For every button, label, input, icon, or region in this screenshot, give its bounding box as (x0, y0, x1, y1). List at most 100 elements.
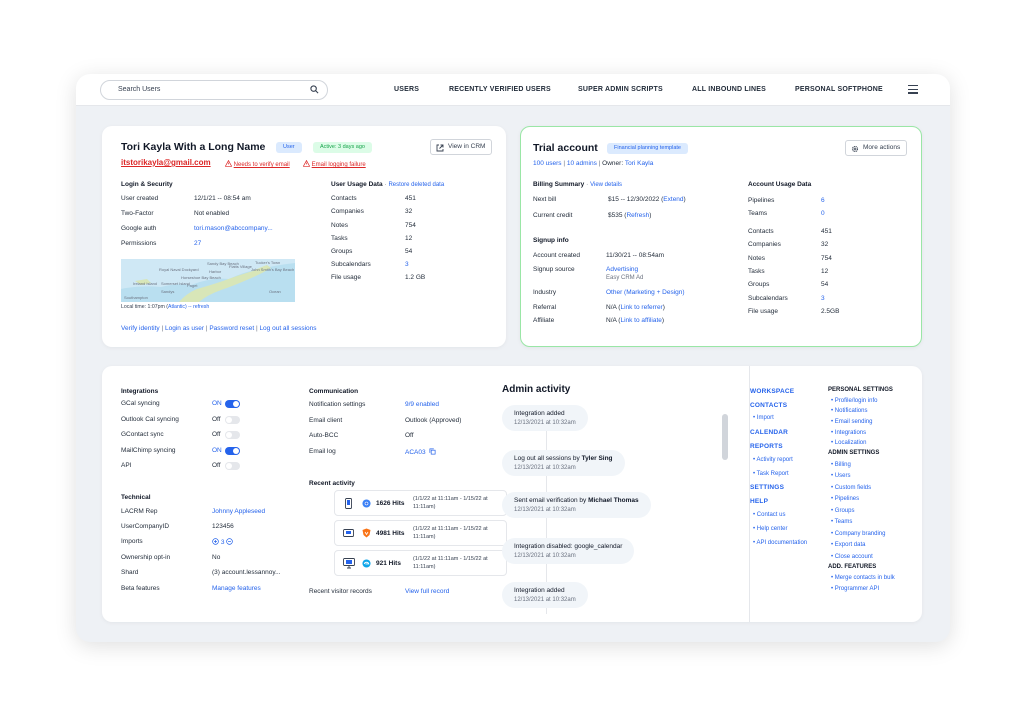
personal-setting-label: Notifications (834, 408, 868, 414)
pipelines-link[interactable]: 6 (821, 197, 825, 204)
add-feature-link[interactable]: • Merge contacts in bulk (831, 575, 895, 581)
personal-setting-label: Email sending (834, 419, 873, 425)
integration-label: API (121, 462, 132, 469)
personal-setting-link[interactable]: • Localization (831, 440, 866, 446)
mailchimp-sync-toggle[interactable] (225, 447, 240, 455)
personal-setting-link[interactable]: • Notifications (831, 408, 867, 414)
signup-source-link[interactable]: Advertising (606, 266, 638, 273)
gcal-sync-toggle[interactable] (225, 400, 240, 408)
admin-setting-link[interactable]: • Close account (831, 554, 873, 560)
admin-setting-link[interactable]: • Pipelines (831, 496, 859, 502)
edge-icon (362, 559, 371, 568)
logout-all-sessions-link[interactable]: Log out all sessions (259, 325, 316, 332)
refresh-time-link[interactable]: ) -- refresh (185, 304, 209, 310)
nav-calendar[interactable]: CALENDAR (750, 429, 788, 436)
nav-workspace[interactable]: WORKSPACE (749, 388, 794, 395)
hit-count: 1626 Hits (376, 500, 405, 507)
owner-link[interactable]: Tori Kayla (625, 160, 654, 167)
credit-close: ) (649, 212, 652, 219)
email-log-value[interactable]: ACA03 (405, 448, 436, 456)
view-full-record-link[interactable]: View full record (405, 588, 449, 595)
account-created-label: Account created (533, 252, 580, 259)
manage-features-link[interactable]: Manage features (212, 585, 261, 592)
refresh-credit-link[interactable]: Refresh (626, 212, 649, 219)
nav-contact-us[interactable]: • Contact us (753, 512, 785, 518)
users-count-link[interactable]: 100 users (533, 160, 562, 167)
affiliate-link[interactable]: Link to affiliate (620, 317, 661, 324)
extend-link[interactable]: Extend (663, 196, 683, 203)
more-actions-button[interactable]: More actions (845, 140, 908, 156)
referral-label: Referral (533, 304, 557, 311)
permissions-link[interactable]: 27 (194, 240, 201, 247)
teams-link[interactable]: 0 (821, 210, 825, 217)
timezone-link[interactable]: Atlantic (168, 304, 185, 310)
usage-row-label: Companies (331, 208, 364, 215)
subcalendars-link[interactable]: 3 (405, 261, 409, 268)
verify-identity-link[interactable]: Verify identity (121, 325, 160, 332)
menu-icon[interactable] (908, 85, 918, 94)
location-map[interactable]: Royal Naval Dockyard Sandys Southampton … (121, 259, 295, 302)
activity-scrollbar[interactable] (722, 414, 728, 460)
search-input[interactable]: Search Users (100, 80, 328, 100)
local-time-label: Local time: 1:07pm ( (121, 304, 168, 310)
admin-setting-link[interactable]: • Users (831, 473, 850, 479)
api-toggle[interactable] (225, 462, 240, 470)
nav-reports[interactable]: REPORTS (750, 443, 783, 450)
admins-count-link[interactable]: 10 admins (567, 160, 597, 167)
map-label: Royal Naval Dockyard (159, 267, 199, 272)
technical-label: Ownership opt-in (121, 554, 171, 561)
logging-failure-warning[interactable]: Email logging failure (302, 159, 366, 168)
nav-personal-softphone[interactable]: PERSONAL SOFTPHONE (795, 74, 883, 106)
account-card: Trial account Financial planning templat… (520, 126, 922, 347)
nav-recently-verified[interactable]: RECENTLY VERIFIED USERS (449, 74, 551, 106)
outlook-sync-toggle[interactable] (225, 416, 240, 424)
personal-setting-link[interactable]: • Profile/login info (831, 398, 877, 404)
notification-settings-link[interactable]: 9/9 enabled (405, 401, 439, 408)
nav-users[interactable]: USERS (394, 74, 419, 106)
admin-setting-link[interactable]: • Custom fields (831, 485, 871, 491)
activity-date: 12/13/2021 at 10:32am (514, 553, 576, 559)
nav-settings[interactable]: SETTINGS (750, 484, 784, 491)
map-label: Tucker's Town (255, 260, 280, 265)
personal-setting-link[interactable]: • Integrations (831, 430, 866, 436)
nav-api-docs[interactable]: • API documentation (753, 540, 807, 546)
nav-import[interactable]: • Import (753, 415, 774, 421)
search-placeholder: Search Users (118, 86, 161, 93)
user-email[interactable]: itstorikayla@gmail.com (121, 158, 211, 167)
industry-link[interactable]: Other (Marketing + Design) (606, 289, 685, 296)
google-auth-link[interactable]: tori.mason@abccompany... (194, 225, 273, 232)
nav-super-admin-scripts[interactable]: SUPER ADMIN SCRIPTS (578, 74, 663, 106)
billing-summary-label: Billing Summary (533, 181, 585, 188)
login-row-label: Two-Factor (121, 210, 154, 217)
admin-setting-link[interactable]: • Groups (831, 508, 854, 514)
password-reset-link[interactable]: Password reset (209, 325, 254, 332)
hit-item[interactable]: 4981 Hits (1/1/22 at 11:11am - 1/15/22 a… (334, 520, 507, 546)
lacrm-rep-link[interactable]: Johnny Appleseed (212, 508, 265, 515)
acct-subcalendars-link[interactable]: 3 (821, 295, 825, 302)
admin-setting-link[interactable]: • Export data (831, 542, 865, 548)
hit-item[interactable]: 1626 Hits (1/1/22 at 11:11am - 1/15/22 a… (334, 490, 507, 516)
restore-deleted-link[interactable]: Restore deleted data (388, 182, 444, 188)
add-feature-link[interactable]: • Programmer API (831, 586, 879, 592)
hit-item[interactable]: 921 Hits (1/1/22 at 11:11am - 1/15/22 at… (334, 550, 507, 576)
nav-help[interactable]: HELP (750, 498, 768, 505)
nav-contacts[interactable]: CONTACTS (750, 402, 787, 409)
admin-setting-link[interactable]: • Teams (831, 519, 852, 525)
local-time: Local time: 1:07pm (Atlantic) -- refresh (121, 304, 209, 310)
admin-setting-link[interactable]: • Billing (831, 462, 851, 468)
copy-icon[interactable] (429, 448, 436, 455)
nav-help-center[interactable]: • Help center (753, 526, 787, 532)
nav-activity-report[interactable]: • Activity report (753, 457, 793, 463)
nav-inbound-lines[interactable]: ALL INBOUND LINES (692, 74, 766, 106)
imports-value[interactable]: 3 (212, 538, 233, 546)
gcontact-sync-toggle[interactable] (225, 431, 240, 439)
admin-setting-link[interactable]: • Company branding (831, 531, 885, 537)
view-details-link[interactable]: View details (590, 182, 622, 188)
verify-email-warning[interactable]: Needs to verify email (224, 159, 290, 168)
login-as-user-link[interactable]: Login as user (165, 325, 204, 332)
nav-task-report[interactable]: • Task Report (753, 471, 789, 477)
view-in-crm-button[interactable]: View in CRM (430, 139, 493, 155)
referral-value: N/A (Link to referrer) (606, 304, 665, 311)
personal-setting-link[interactable]: • Email sending (831, 419, 872, 425)
referrer-link[interactable]: Link to referrer (620, 304, 662, 311)
